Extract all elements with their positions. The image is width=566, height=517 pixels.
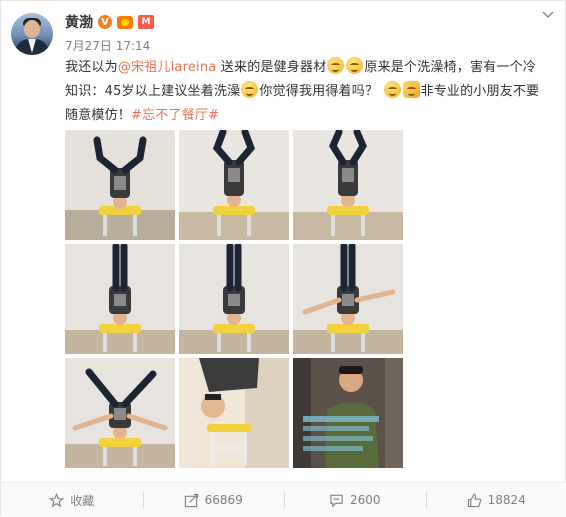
verified-v-icon: V: [98, 15, 112, 29]
post-image[interactable]: [179, 244, 289, 354]
smirk-emoji-icon: [241, 81, 258, 98]
content-text: 你觉得我用得着吗？: [259, 84, 378, 99]
forward-count: 66869: [205, 493, 243, 507]
member-level-icon: M: [138, 15, 154, 29]
content-text: 知识：45岁以上建议坐着洗澡: [65, 84, 240, 99]
post-image[interactable]: [293, 130, 403, 240]
mention-link[interactable]: @宋祖儿lareina: [118, 60, 217, 75]
forward-button[interactable]: 66869: [143, 483, 285, 517]
weibo-member-icon: [117, 16, 133, 29]
author-name[interactable]: 黄渤: [65, 12, 93, 32]
image-grid: [65, 130, 405, 468]
star-icon: [49, 493, 64, 508]
eyeroll-emoji-icon: [384, 81, 401, 98]
strong-arm-emoji-icon: [403, 81, 420, 98]
comment-icon: [329, 493, 344, 508]
forward-icon: [184, 493, 199, 508]
action-bar: 收藏 66869 2600 18824: [1, 482, 566, 517]
post-timestamp[interactable]: 7月27日 17:14: [65, 37, 150, 54]
post-image[interactable]: [179, 358, 289, 468]
weibo-post-card: 黄渤 V M 7月27日 17:14 我还以为@宋祖儿lareina 送来的是健…: [0, 0, 566, 515]
drool-emoji-icon: [346, 57, 363, 74]
post-image[interactable]: [65, 130, 175, 240]
like-count: 18824: [488, 493, 526, 507]
drool-emoji-icon: [327, 57, 344, 74]
thumbs-up-icon: [467, 493, 482, 508]
favorite-button[interactable]: 收藏: [1, 483, 143, 517]
author-name-row: 黄渤 V M: [65, 13, 154, 31]
content-text: 非专业的小朋友不要: [421, 84, 540, 99]
content-text: 原来是个洗澡椅，害有一个冷: [364, 60, 536, 75]
content-text: 随意模仿！: [65, 108, 131, 123]
hashtag-link[interactable]: #忘不了餐厅#: [131, 108, 219, 123]
chevron-down-icon[interactable]: [541, 7, 555, 21]
like-button[interactable]: 18824: [426, 483, 566, 517]
post-content: 我还以为@宋祖儿lareina 送来的是健身器材 原来是个洗澡椅，害有一个冷 知识…: [65, 56, 557, 128]
post-image[interactable]: [293, 244, 403, 354]
content-text: 我还以为: [65, 60, 118, 75]
favorite-label: 收藏: [70, 492, 94, 509]
post-image[interactable]: [293, 358, 403, 468]
comment-button[interactable]: 2600: [284, 483, 426, 517]
content-text: 送来的是健身器材: [216, 60, 326, 75]
post-image[interactable]: [179, 130, 289, 240]
author-avatar[interactable]: [11, 13, 53, 55]
post-image[interactable]: [65, 358, 175, 468]
comment-count: 2600: [350, 493, 381, 507]
post-image[interactable]: [65, 244, 175, 354]
